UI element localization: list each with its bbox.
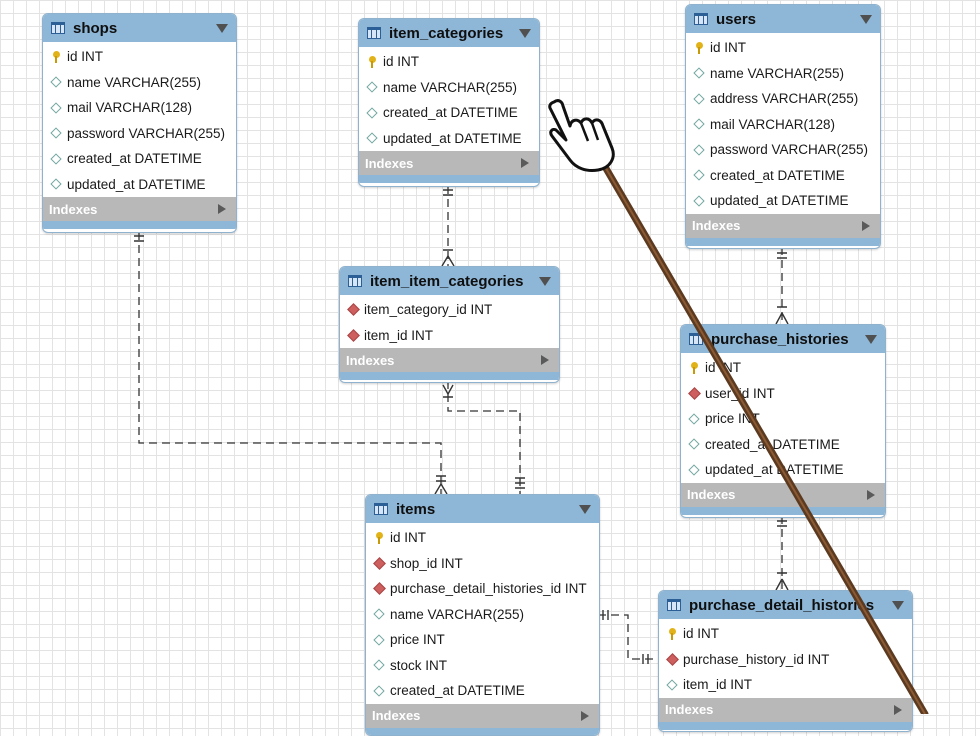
- stylus-pen: [600, 161, 929, 714]
- entity-footer: [659, 721, 912, 730]
- entity-footer: [366, 727, 599, 735]
- hand-cursor-icon: [540, 96, 620, 181]
